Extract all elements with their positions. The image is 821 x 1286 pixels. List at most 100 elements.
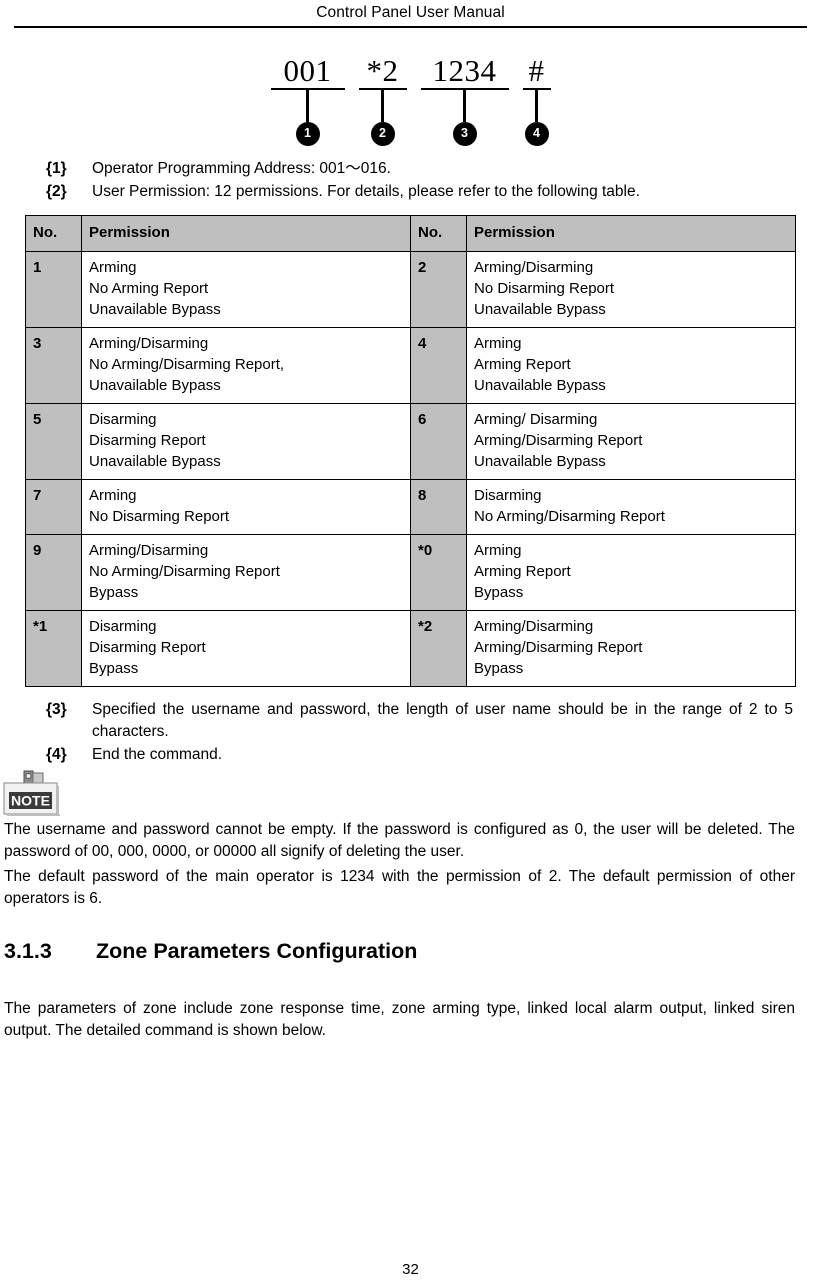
permission-line: Arming xyxy=(474,541,522,559)
cell-no: 3 xyxy=(25,326,82,404)
permission-line: Disarming Report xyxy=(89,638,206,656)
cell-no: *1 xyxy=(25,609,82,687)
table-row: 7 Arming No Disarming Report 8 Disarming… xyxy=(25,478,796,535)
permission-line: Bypass xyxy=(89,583,139,601)
permission-line: Arming/Disarming Report xyxy=(474,431,643,449)
permission-line: Bypass xyxy=(474,583,524,601)
cell-permission: Arming/Disarming No Disarming Report Una… xyxy=(466,250,796,328)
cell-no: 1 xyxy=(25,250,82,328)
permission-line: Unavailable Bypass xyxy=(89,452,221,470)
table-row: *1 Disarming Disarming Report Bypass *2 … xyxy=(25,609,796,687)
syntax-legend-list-bottom: {3} Specified the username and password,… xyxy=(0,699,821,766)
permission-line: No Arming/Disarming Report, xyxy=(89,355,285,373)
command-syntax-diagram: 001 1 *2 2 1234 3 # 4 xyxy=(0,52,821,146)
cell-no: 6 xyxy=(410,402,467,480)
legend-text: Specified the username and password, the… xyxy=(92,700,793,740)
note-paragraph-1: The username and password cannot be empt… xyxy=(4,820,795,861)
legend-item: {3} Specified the username and password,… xyxy=(0,699,821,743)
cell-permission: Arming/Disarming No Arming/Disarming Rep… xyxy=(81,326,411,404)
cell-permission: Disarming Disarming Report Unavailable B… xyxy=(81,402,411,480)
column-header-permission-left: Permission xyxy=(81,214,411,252)
permission-table-wrapper: No. Permission No. Permission 1 Arming N… xyxy=(25,214,796,687)
legend-marker: {3} xyxy=(46,700,67,718)
syntax-token-stem xyxy=(535,89,538,122)
cell-no: 4 xyxy=(410,326,467,404)
permission-line: No Arming Report xyxy=(89,279,209,297)
cell-permission: Arming Arming Report Bypass xyxy=(466,533,796,611)
permission-line: Bypass xyxy=(474,659,524,677)
cell-no: *2 xyxy=(410,609,467,687)
permission-line: Arming/Disarming Report xyxy=(474,638,643,656)
cell-permission: Arming/Disarming Arming/Disarming Report… xyxy=(466,609,796,687)
legend-item: {2} User Permission: 12 permissions. For… xyxy=(0,181,821,203)
section-title: Zone Parameters Configuration xyxy=(96,938,418,963)
syntax-token-1: 001 1 xyxy=(270,52,345,146)
permission-line: Disarming Report xyxy=(89,431,206,449)
syntax-token-stem xyxy=(463,89,466,122)
permission-line: Unavailable Bypass xyxy=(474,300,606,318)
cell-no: *0 xyxy=(410,533,467,611)
cell-no: 5 xyxy=(25,402,82,480)
syntax-callout-bullet: 4 xyxy=(524,121,549,146)
syntax-token-stem xyxy=(306,89,309,122)
legend-text: Operator Programming Address: 001～016. xyxy=(92,159,391,177)
permission-line: No Arming/Disarming Report xyxy=(474,507,665,525)
permission-line: Arming xyxy=(89,486,137,504)
permission-line: No Arming/Disarming Report xyxy=(89,562,280,580)
syntax-token-text: *2 xyxy=(366,52,399,88)
cell-permission: Arming No Arming Report Unavailable Bypa… xyxy=(81,250,411,328)
permission-table: No. Permission No. Permission 1 Arming N… xyxy=(25,214,796,687)
cell-permission: Arming Arming Report Unavailable Bypass xyxy=(466,326,796,404)
column-header-no-left: No. xyxy=(25,214,82,252)
table-row: 3 Arming/Disarming No Arming/Disarming R… xyxy=(25,326,796,404)
table-row: 1 Arming No Arming Report Unavailable By… xyxy=(25,250,796,328)
permission-line: Arming/ Disarming xyxy=(474,410,598,428)
syntax-token-stem xyxy=(381,89,384,122)
cell-permission: Arming No Disarming Report xyxy=(81,478,411,535)
permission-line: Disarming xyxy=(89,410,157,428)
legend-text: End the command. xyxy=(92,745,223,763)
permission-line: Unavailable Bypass xyxy=(89,300,221,318)
note-icon-label: NOTE xyxy=(11,792,50,808)
permission-line: Arming/Disarming xyxy=(89,334,209,352)
permission-line: Unavailable Bypass xyxy=(474,376,606,394)
cell-permission: Disarming Disarming Report Bypass xyxy=(81,609,411,687)
column-header-permission-right: Permission xyxy=(466,214,796,252)
cell-no: 8 xyxy=(410,478,467,535)
running-header: Control Panel User Manual xyxy=(0,0,821,23)
table-row: 5 Disarming Disarming Report Unavailable… xyxy=(25,402,796,480)
legend-marker: {4} xyxy=(46,745,67,763)
syntax-callout-bullet: 1 xyxy=(295,121,320,146)
syntax-callout-bullet: 3 xyxy=(452,121,477,146)
legend-item: {1} Operator Programming Address: 001～01… xyxy=(0,158,821,180)
permission-line: No Disarming Report xyxy=(89,507,230,525)
permission-line: Bypass xyxy=(89,659,139,677)
permission-line: Arming/Disarming xyxy=(89,541,209,559)
syntax-token-4: # 4 xyxy=(522,52,551,146)
legend-item: {4} End the command. xyxy=(0,744,821,766)
permission-line: Arming/Disarming xyxy=(474,617,594,635)
syntax-token-text: 1234 xyxy=(432,52,497,88)
note-icon: NOTE xyxy=(3,770,60,816)
permission-line: Unavailable Bypass xyxy=(474,452,606,470)
cell-permission: Arming/Disarming No Arming/Disarming Rep… xyxy=(81,533,411,611)
permission-line: Arming xyxy=(89,258,137,276)
syntax-token-3: 1234 3 xyxy=(420,52,509,146)
cell-no: 7 xyxy=(25,478,82,535)
section-number: 3.1.3 xyxy=(4,938,52,963)
permission-line: Arming Report xyxy=(474,355,571,373)
permission-line: Disarming xyxy=(89,617,157,635)
section-body-paragraph: The parameters of zone include zone resp… xyxy=(4,999,795,1040)
syntax-token-2: *2 2 xyxy=(358,52,407,146)
legend-text: User Permission: 12 permissions. For det… xyxy=(92,182,640,200)
permission-line: No Disarming Report xyxy=(474,279,615,297)
permission-line: Arming Report xyxy=(474,562,571,580)
syntax-callout-bullet: 2 xyxy=(370,121,395,146)
syntax-token-text: 001 xyxy=(283,52,332,88)
permission-line: Arming/Disarming xyxy=(474,258,594,276)
section-heading: 3.1.3 Zone Parameters Configuration xyxy=(4,939,821,964)
note-callout: NOTE xyxy=(2,770,821,817)
legend-marker: {2} xyxy=(46,182,67,200)
manual-title: Control Panel User Manual xyxy=(316,4,505,21)
syntax-token-text: # xyxy=(528,52,545,88)
